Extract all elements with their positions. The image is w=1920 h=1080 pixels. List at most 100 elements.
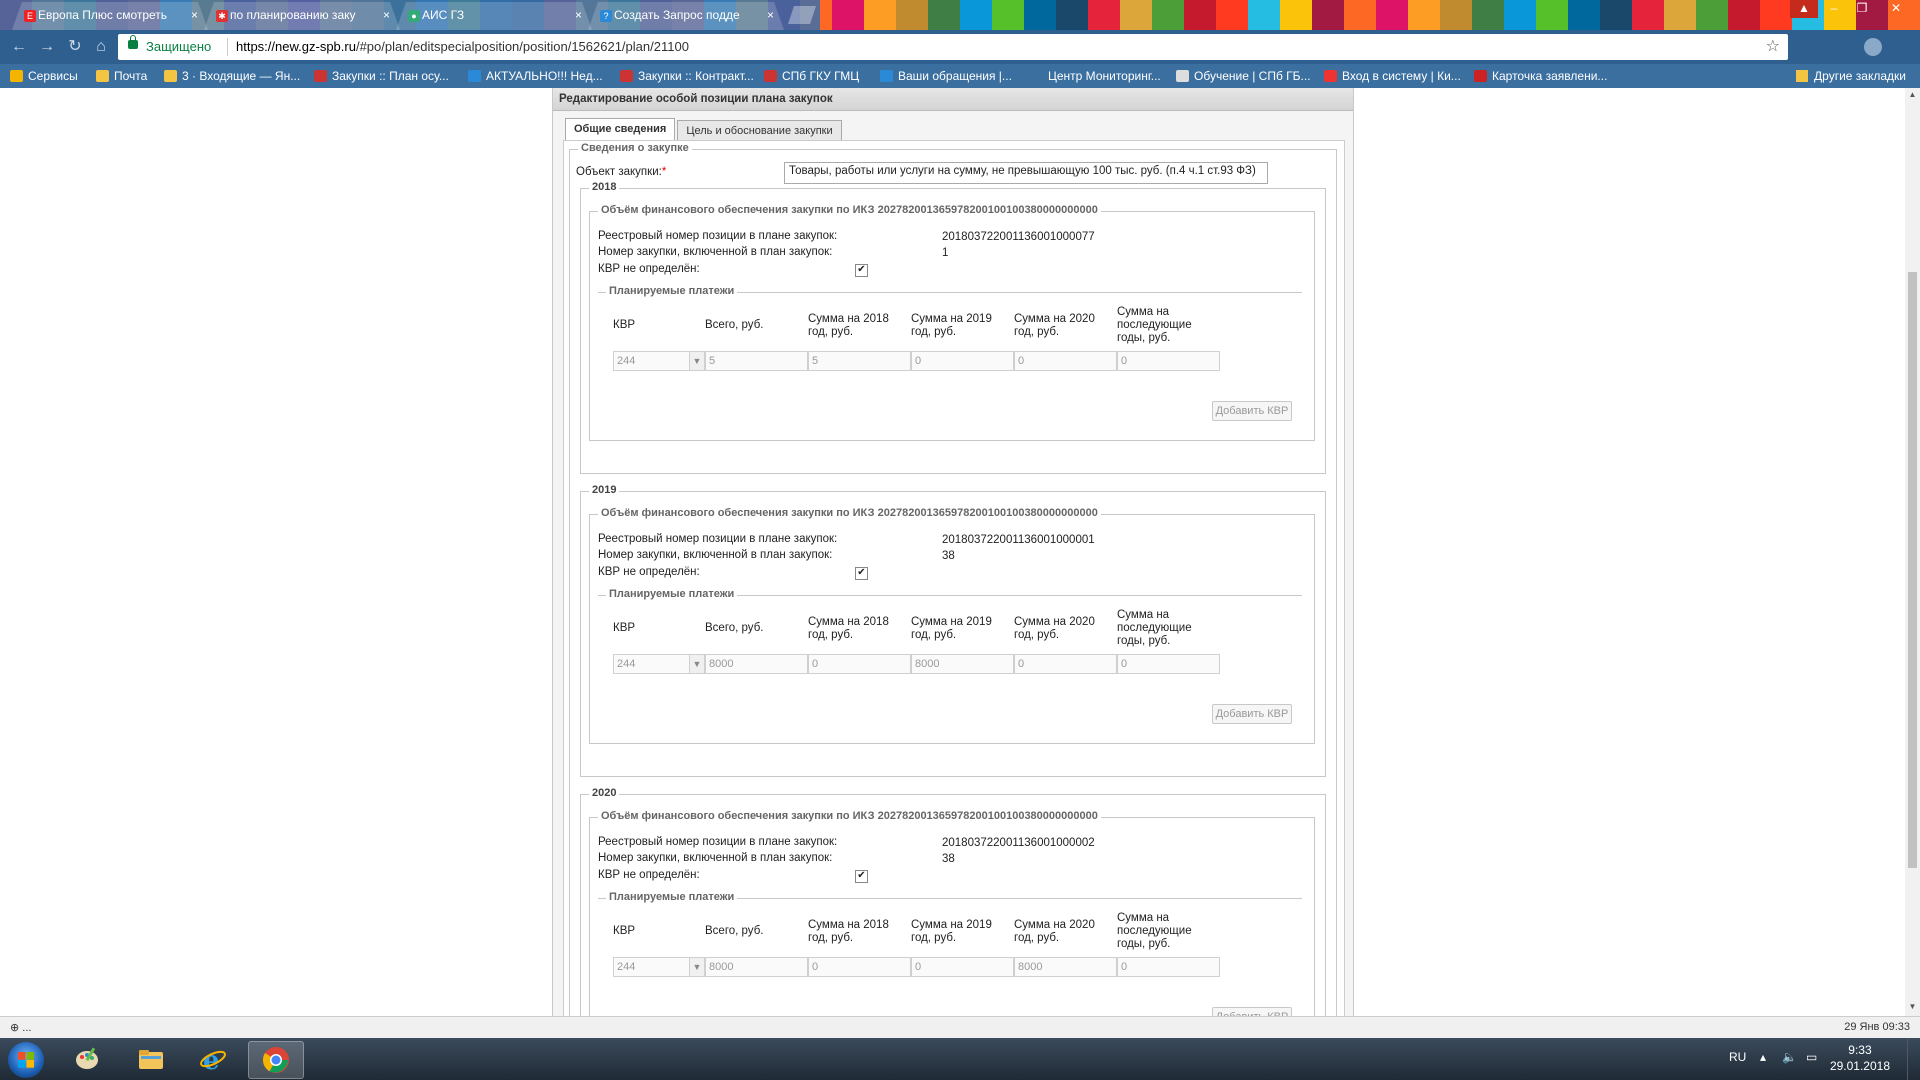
- svg-text:e: e: [203, 1046, 220, 1073]
- column-header: Всего, руб.: [705, 925, 764, 937]
- page-scrollbar[interactable]: ▲ ▼: [1905, 88, 1920, 1016]
- amount-field-later[interactable]: 0: [1117, 957, 1220, 977]
- extension-icon[interactable]: [1864, 38, 1882, 56]
- bookmark-item[interactable]: 3 · Входящие — Ян...: [164, 69, 300, 83]
- funding-title: Объём финансового обеспечения закупки по…: [598, 810, 1101, 822]
- object-label: Объект закупки:*: [576, 166, 667, 178]
- purchase-number-value: 1: [942, 247, 949, 259]
- add-kvr-button[interactable]: Добавить КВР: [1212, 401, 1292, 421]
- bookmark-item[interactable]: Закупки :: План осу...: [314, 69, 449, 83]
- purchase-info-section: Сведения о закупке Объект закупки:* Това…: [569, 142, 1337, 1016]
- amount-field-y2020[interactable]: 0: [1014, 654, 1117, 674]
- amount-field-y2020[interactable]: 0: [1014, 351, 1117, 371]
- bookmark-item[interactable]: Центр Мониторинг...: [1030, 69, 1161, 83]
- amount-field-later[interactable]: 0: [1117, 351, 1220, 371]
- amount-field-total[interactable]: 8000: [705, 957, 808, 977]
- address-bar[interactable]: Защищено https://new.gz-spb.ru/#po/plan/…: [118, 34, 1788, 60]
- taskbar-clock[interactable]: 9:33 29.01.2018: [1830, 1042, 1890, 1074]
- taskbar-app-paint[interactable]: [60, 1041, 114, 1077]
- bookmark-favicon-icon: [1030, 70, 1043, 82]
- planned-payments-title: Планируемые платежи: [606, 588, 738, 600]
- chevron-down-icon[interactable]: ▼: [689, 655, 704, 673]
- reg-number-label: Реестровый номер позиции в плане закупок…: [598, 533, 838, 545]
- bookmark-item[interactable]: Вход в систему | Ки...: [1324, 69, 1461, 83]
- profile-icon[interactable]: ▲: [1790, 0, 1818, 18]
- bookmark-item[interactable]: Закупки :: Контракт...: [620, 69, 754, 83]
- other-bookmarks[interactable]: Другие закладки: [1796, 69, 1906, 83]
- field-value: 0: [915, 355, 922, 367]
- bookmark-item[interactable]: Ваши обращения |...: [880, 69, 1012, 83]
- bookmark-item[interactable]: Обучение | СПб ГБ...: [1176, 69, 1311, 83]
- kvr-undefined-checkbox[interactable]: ✔: [855, 264, 868, 277]
- bookmark-label: Почта: [114, 69, 148, 83]
- purchase-number-value: 38: [942, 853, 955, 865]
- amount-field-y2020[interactable]: 8000: [1014, 957, 1117, 977]
- bookmark-item[interactable]: Почта: [96, 69, 147, 83]
- amount-field-total[interactable]: 5: [705, 351, 808, 371]
- browser-tab[interactable]: ? Создать Запрос подде ×: [588, 2, 784, 30]
- home-icon[interactable]: ⌂: [92, 38, 110, 56]
- start-button[interactable]: [8, 1042, 44, 1078]
- bookmark-item[interactable]: АКТУАЛЬНО!!! Нед...: [468, 69, 603, 83]
- purchase-number-value: 38: [942, 550, 955, 562]
- chevron-down-icon[interactable]: ▼: [689, 352, 704, 370]
- kvr-select[interactable]: 244 ▼: [613, 957, 705, 977]
- amount-field-y2018[interactable]: 0: [808, 957, 911, 977]
- field-value: 0: [1018, 355, 1025, 367]
- amount-field-y2018[interactable]: 0: [808, 654, 911, 674]
- scrollbar-thumb[interactable]: [1908, 272, 1917, 868]
- bookmark-favicon-icon: [96, 70, 109, 82]
- show-desktop-button[interactable]: [1907, 1038, 1920, 1080]
- scroll-up-icon[interactable]: ▲: [1905, 90, 1920, 102]
- browser-tab[interactable]: E Европа Плюс смотреть ×: [12, 2, 208, 30]
- taskbar-app-explorer[interactable]: [124, 1041, 178, 1077]
- kvr-select[interactable]: 244 ▼: [613, 654, 705, 674]
- tab-close-icon[interactable]: ×: [575, 2, 582, 29]
- bookmark-item[interactable]: Карточка заявлени...: [1474, 69, 1607, 83]
- amount-field-later[interactable]: 0: [1117, 654, 1220, 674]
- tab-close-icon[interactable]: ×: [383, 2, 390, 29]
- tab-close-icon[interactable]: ×: [767, 2, 774, 29]
- tab-general[interactable]: Общие сведения: [565, 118, 676, 141]
- back-icon[interactable]: ←: [10, 38, 28, 56]
- kvr-undefined-checkbox[interactable]: ✔: [855, 567, 868, 580]
- paint-icon: [76, 1047, 98, 1069]
- chevron-down-icon[interactable]: ▼: [689, 958, 704, 976]
- amount-field-y2018[interactable]: 5: [808, 351, 911, 371]
- network-icon[interactable]: ▭: [1806, 1050, 1817, 1064]
- bookmark-label: Карточка заявлени...: [1492, 69, 1608, 83]
- url-text[interactable]: https://new.gz-spb.ru/#po/plan/editspeci…: [236, 39, 689, 54]
- amount-field-y2019[interactable]: 8000: [911, 654, 1014, 674]
- purchase-object-field[interactable]: Товары, работы или услуги на сумму, не п…: [784, 162, 1268, 184]
- browser-tab[interactable]: ● АИС ГЗ ×: [396, 2, 592, 30]
- close-window-button[interactable]: ✕: [1876, 0, 1916, 18]
- taskbar-app-chrome[interactable]: [248, 1041, 304, 1079]
- kvr-undefined-checkbox[interactable]: ✔: [855, 870, 868, 883]
- reload-icon[interactable]: ↻: [66, 38, 84, 56]
- tab-close-icon[interactable]: ×: [191, 2, 198, 29]
- bookmark-item[interactable]: Сервисы: [10, 69, 78, 83]
- column-header: КВР: [613, 925, 636, 937]
- amount-field-y2019[interactable]: 0: [911, 957, 1014, 977]
- bookmark-item[interactable]: СПб ГКУ ГМЦ: [764, 69, 859, 83]
- kvr-undefined-label: КВР не определён:: [598, 263, 700, 275]
- amount-field-y2019[interactable]: 0: [911, 351, 1014, 371]
- language-indicator[interactable]: RU: [1729, 1050, 1746, 1064]
- add-kvr-button[interactable]: Добавить КВР: [1212, 704, 1292, 724]
- amount-field-total[interactable]: 8000: [705, 654, 808, 674]
- browser-tab[interactable]: ✱ по планированию заку ×: [204, 2, 400, 30]
- kvr-select[interactable]: 244 ▼: [613, 351, 705, 371]
- tray-expand-icon[interactable]: ▴: [1760, 1050, 1766, 1064]
- minimize-button[interactable]: –: [1820, 0, 1848, 18]
- bookmark-star-icon[interactable]: ☆: [1766, 36, 1780, 56]
- tab-purpose[interactable]: Цель и обоснование закупки: [677, 120, 842, 141]
- tab-favicon-icon: ✱: [216, 10, 228, 22]
- volume-icon[interactable]: 🔈: [1782, 1050, 1797, 1064]
- add-kvr-button[interactable]: Добавить КВР: [1212, 1007, 1292, 1016]
- taskbar-app-ie[interactable]: e: [186, 1041, 240, 1077]
- forward-icon[interactable]: →: [38, 38, 56, 56]
- scroll-down-icon[interactable]: ▼: [1905, 1002, 1920, 1014]
- restore-button[interactable]: ❐: [1848, 0, 1876, 18]
- field-value: 0: [1018, 658, 1025, 670]
- other-bookmarks-label: Другие закладки: [1814, 69, 1906, 83]
